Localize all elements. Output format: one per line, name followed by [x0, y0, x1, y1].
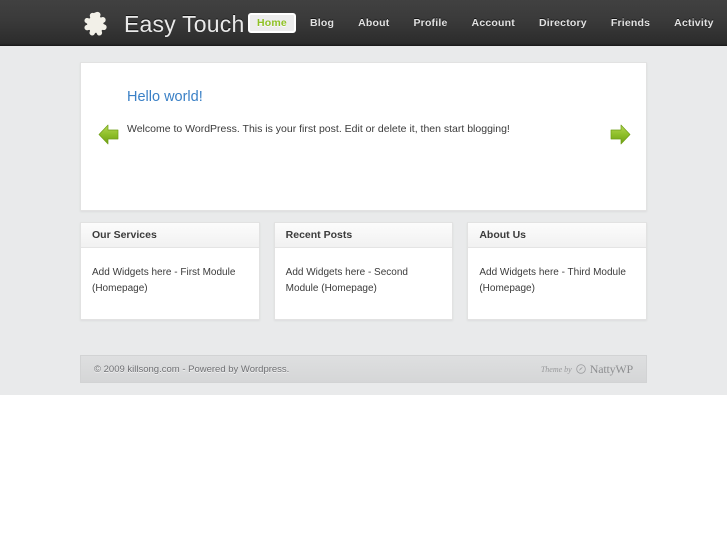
nav-item-activity[interactable]: Activity [664, 13, 724, 33]
footer-copyright: © 2009 killsong.com - Powered by Wordpre… [94, 363, 290, 375]
nattywp-mark-icon [575, 364, 586, 374]
widget-row: Our Services Add Widgets here - First Mo… [80, 222, 648, 320]
featured-post-title[interactable]: Hello world! [127, 89, 203, 105]
brand-title: Easy Touch [124, 10, 245, 37]
widget-text: Add Widgets here - First Module (Homepag… [92, 267, 236, 294]
widget-header: Our Services [81, 223, 259, 248]
nav-item-about[interactable]: About [348, 13, 399, 33]
widget-title: About Us [479, 229, 527, 241]
widget-recent-posts: Recent Posts Add Widgets here - Second M… [273, 222, 454, 320]
site-brand[interactable]: Easy Touch [82, 6, 244, 42]
widget-our-services: Our Services Add Widgets here - First Mo… [80, 222, 260, 320]
widget-about-us: About Us Add Widgets here - Third Module… [467, 222, 648, 320]
widget-header: Recent Posts [274, 223, 453, 248]
arrow-left-icon [98, 124, 119, 145]
widget-title: Recent Posts [285, 229, 353, 241]
credit-name: NattyWP [589, 361, 633, 376]
widget-body: Add Widgets here - Second Module (Homepa… [275, 248, 453, 319]
nav-item-blog[interactable]: Blog [300, 13, 344, 33]
site-footer: © 2009 killsong.com - Powered by Wordpre… [80, 355, 647, 383]
widget-text: Add Widgets here - Second Module (Homepa… [285, 267, 408, 294]
nav-item-profile[interactable]: Profile [403, 13, 457, 33]
site-header: Easy Touch Home Blog About Profile Accou… [0, 0, 727, 46]
widget-header: About Us [468, 223, 647, 248]
footer-theme-credit[interactable]: Theme by NattyWP [541, 362, 633, 377]
main-navigation: Home Blog About Profile Account Director… [248, 0, 727, 46]
widget-title: Our Services [92, 229, 157, 241]
nav-item-friends[interactable]: Friends [601, 13, 660, 33]
widget-text: Add Widgets here - Third Module (Homepag… [479, 267, 626, 294]
puzzle-piece-icon [84, 11, 107, 36]
nav-item-directory[interactable]: Directory [529, 13, 597, 33]
credit-label: Theme by [540, 364, 572, 374]
nav-item-home[interactable]: Home [248, 13, 296, 33]
widget-body: Add Widgets here - Third Module (Homepag… [468, 248, 646, 319]
nav-item-account[interactable]: Account [462, 13, 525, 33]
widget-body: Add Widgets here - First Module (Homepag… [81, 248, 259, 319]
featured-post-excerpt: Welcome to WordPress. This is your first… [127, 123, 510, 135]
featured-post-box: Hello world! Welcome to WordPress. This … [80, 62, 647, 211]
slider-prev-button[interactable] [94, 120, 124, 150]
slider-next-button[interactable] [605, 120, 635, 150]
page-root: Easy Touch Home Blog About Profile Accou… [0, 0, 727, 545]
arrow-right-icon [610, 124, 631, 145]
